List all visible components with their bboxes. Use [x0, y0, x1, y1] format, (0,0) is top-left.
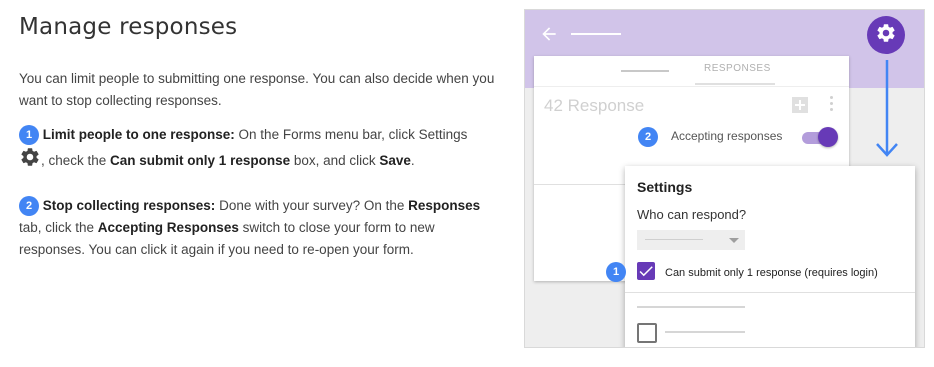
settings-title: Settings [637, 179, 693, 195]
step-1-text-c: box, and click [290, 153, 380, 168]
step-2: 2 Stop collecting responses: Done with y… [19, 195, 499, 261]
intro-text: You can limit people to submitting one r… [19, 71, 495, 108]
arrow-down-icon [876, 60, 898, 157]
step-1-text-b: , check the [41, 153, 111, 168]
step-2-switch: Accepting Responses [97, 220, 239, 235]
step-1-text-a: On the Forms menu bar, click Settings [234, 127, 468, 142]
step-2-text-a: Done with your survey? On the [215, 198, 409, 213]
step-number-2: 2 [19, 196, 39, 217]
callout-badge-1: 1 [606, 262, 626, 282]
one-response-label: Can submit only 1 response (requires log… [665, 267, 878, 279]
settings-dialog: Settings Who can respond? 1 Can submit o… [606, 166, 915, 347]
step-2-lead: Stop collecting responses: [42, 198, 216, 213]
step-1-option: Can submit only 1 response [110, 153, 291, 168]
forms-screenshot: RESPONSES 42 Response 2 Accepting respon… [524, 9, 925, 348]
option-label-placeholder [665, 331, 745, 333]
check-icon [639, 266, 653, 277]
step-1: 1 Limit people to one response: On the F… [19, 124, 499, 175]
step-2-tab: Responses [408, 198, 481, 213]
response-count: 42 Response [544, 96, 645, 115]
step-number-1: 1 [19, 125, 39, 146]
tab-questions[interactable] [621, 70, 669, 72]
step-1-save: Save [379, 153, 411, 168]
who-can-respond-label: Who can respond? [637, 207, 747, 222]
title-placeholder [571, 33, 621, 35]
option-placeholder [637, 306, 745, 308]
one-response-checkbox[interactable] [637, 262, 655, 280]
chevron-down-icon [729, 238, 739, 243]
step-2-text-b: tab, click the [19, 220, 98, 235]
gear-icon [19, 146, 41, 175]
toggle-knob[interactable] [818, 127, 838, 147]
divider [625, 292, 915, 293]
callout-badge-2: 2 [638, 127, 658, 147]
gear-icon [875, 22, 897, 49]
step-1-text-d: . [410, 153, 415, 168]
select-value-placeholder [645, 239, 703, 240]
unchecked-checkbox[interactable] [637, 323, 657, 343]
who-can-respond-select[interactable] [637, 230, 745, 250]
step-1-lead: Limit people to one response: [42, 127, 235, 142]
sheets-icon[interactable] [792, 97, 808, 113]
tab-indicator [695, 83, 775, 85]
page-title: Manage responses [19, 14, 238, 40]
divider [534, 86, 849, 87]
back-arrow-icon[interactable] [539, 24, 559, 44]
more-vert-icon[interactable] [830, 96, 834, 114]
accepting-responses-label: Accepting responses [671, 129, 783, 143]
settings-button[interactable] [867, 16, 905, 54]
tab-responses[interactable]: RESPONSES [704, 63, 771, 74]
